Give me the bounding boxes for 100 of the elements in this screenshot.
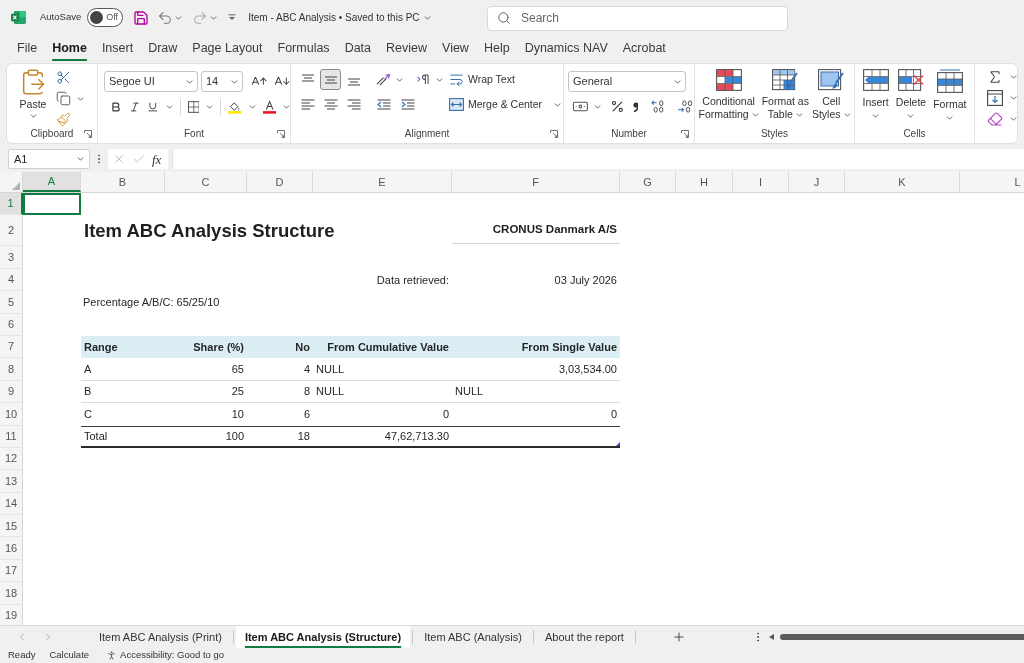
column-header[interactable]: C (165, 172, 247, 192)
caret-icon[interactable] (165, 105, 173, 109)
column-header[interactable]: J (789, 172, 845, 192)
caret-icon[interactable] (175, 15, 183, 20)
caret-icon[interactable] (77, 96, 84, 101)
sheet-tab[interactable]: Item ABC Analysis (Print) (90, 626, 231, 648)
document-title[interactable]: Item - ABC Analysis • Saved to this PC (248, 10, 431, 25)
row-header[interactable]: 3 (0, 246, 23, 269)
caret-icon[interactable] (751, 112, 759, 117)
caret-icon[interactable] (593, 104, 601, 109)
caret-icon[interactable] (248, 105, 256, 109)
fill-down-icon[interactable] (987, 90, 1003, 106)
caret-icon[interactable] (1010, 117, 1017, 121)
caret-icon[interactable] (282, 105, 290, 109)
caret-icon[interactable] (210, 15, 218, 20)
menu-tab[interactable]: File (17, 39, 38, 58)
column-header[interactable]: E (313, 172, 452, 192)
customize-toolbar-icon[interactable] (228, 14, 237, 21)
column-header[interactable]: L (960, 172, 1024, 192)
paintbrush-icon[interactable] (56, 112, 71, 127)
scissors-icon[interactable] (56, 70, 71, 85)
search-field[interactable]: Search (487, 5, 788, 31)
accessibility-status[interactable]: Accessibility: Good to go (106, 648, 225, 663)
menu-tab[interactable]: Page Layout (192, 39, 263, 58)
active-cell[interactable] (23, 193, 81, 216)
row-header[interactable]: 17 (0, 559, 23, 583)
caret-icon[interactable] (795, 112, 803, 117)
sheet-tab[interactable]: Item ABC Analysis (Structure) (235, 626, 411, 648)
row-header[interactable]: 15 (0, 515, 23, 538)
percent-icon[interactable] (609, 99, 625, 114)
caret-icon[interactable] (29, 114, 37, 118)
dialog-launcher-icon[interactable] (84, 129, 92, 138)
menu-tab[interactable]: Data (344, 39, 372, 58)
column-header[interactable]: I (733, 172, 789, 192)
caret-icon[interactable] (436, 77, 443, 82)
align-center-icon[interactable] (323, 99, 338, 110)
menu-tab[interactable]: View (442, 39, 469, 58)
row-header[interactable]: 8 (0, 358, 23, 381)
cells-button[interactable]: Delete (895, 69, 927, 120)
paste-button[interactable]: Paste (16, 68, 50, 127)
sheet-tab[interactable]: About the report (535, 626, 633, 648)
decrease-decimal-icon[interactable] (677, 100, 694, 113)
undo-icon[interactable] (157, 9, 174, 26)
menu-tab[interactable]: Insert (101, 39, 134, 58)
sheet-tab[interactable]: Item ABC (Analysis) (415, 626, 531, 648)
menu-tab[interactable]: Review (386, 39, 428, 58)
row-header[interactable]: 13 (0, 470, 23, 493)
resize-handle-icon[interactable] (616, 441, 620, 446)
column-header[interactable]: H (676, 172, 733, 192)
column-header[interactable]: K (845, 172, 960, 192)
dialog-launcher-icon[interactable] (277, 129, 285, 138)
cancel-icon[interactable] (112, 152, 126, 166)
row-header[interactable]: 12 (0, 447, 23, 471)
sigma-icon[interactable] (987, 69, 1003, 85)
caret-icon[interactable] (843, 112, 851, 117)
increase-indent-icon[interactable] (401, 99, 415, 110)
fill-color-icon[interactable] (228, 99, 242, 115)
row-header[interactable]: 10 (0, 403, 23, 426)
add-sheet-icon[interactable] (671, 630, 686, 644)
menu-tab[interactable]: Acrobat (622, 39, 666, 58)
menu-tab[interactable]: Help (483, 39, 510, 58)
name-box[interactable]: A1 (8, 149, 90, 169)
merge-center-button[interactable]: Merge & Center (449, 96, 562, 113)
row-header[interactable]: 7 (0, 335, 23, 359)
caret-icon[interactable] (1010, 96, 1017, 100)
menu-tab[interactable]: Formulas (277, 39, 330, 58)
cells-button[interactable]: Format (933, 69, 967, 120)
align-left-icon[interactable] (300, 99, 315, 110)
align-middle-button[interactable] (320, 69, 341, 90)
styles-button[interactable]: Format as Table (761, 69, 809, 121)
row-header[interactable]: 2 (0, 215, 23, 247)
calculate-button[interactable]: Calculate (49, 648, 90, 663)
select-all-icon[interactable] (12, 182, 20, 190)
column-header[interactable]: F (452, 172, 620, 192)
caret-icon[interactable] (423, 15, 431, 20)
styles-button[interactable]: Conditional Formatting (698, 69, 759, 121)
styles-button[interactable]: Cell Styles (811, 69, 851, 121)
font-name-dropdown[interactable]: Segoe UI (104, 71, 198, 92)
caret-icon[interactable] (907, 114, 915, 118)
row-header[interactable]: 18 (0, 582, 23, 605)
row-header[interactable]: 5 (0, 291, 23, 314)
dialog-launcher-icon[interactable] (681, 129, 689, 138)
row-header[interactable]: 9 (0, 380, 23, 404)
caret-icon[interactable] (872, 114, 880, 118)
bold-icon[interactable] (110, 100, 122, 114)
dialog-launcher-icon[interactable] (550, 129, 558, 138)
scrollbar-thumb[interactable] (779, 634, 1024, 640)
caret-icon[interactable] (674, 79, 681, 84)
caret-icon[interactable] (231, 79, 238, 84)
number-format-dropdown[interactable]: General (568, 71, 686, 92)
diagonal-arrow-icon[interactable] (376, 73, 391, 86)
wrap-text-button[interactable]: Wrap Text (449, 71, 515, 88)
redo-icon[interactable] (192, 9, 209, 26)
borders-icon[interactable] (187, 100, 200, 114)
row-header[interactable]: 6 (0, 313, 23, 336)
column-header[interactable]: B (81, 172, 165, 192)
font-color-icon[interactable] (262, 99, 276, 115)
pilcrow-icon[interactable] (417, 74, 430, 85)
menu-tab[interactable]: Dynamics NAV (524, 39, 608, 58)
caret-icon[interactable] (186, 79, 193, 84)
